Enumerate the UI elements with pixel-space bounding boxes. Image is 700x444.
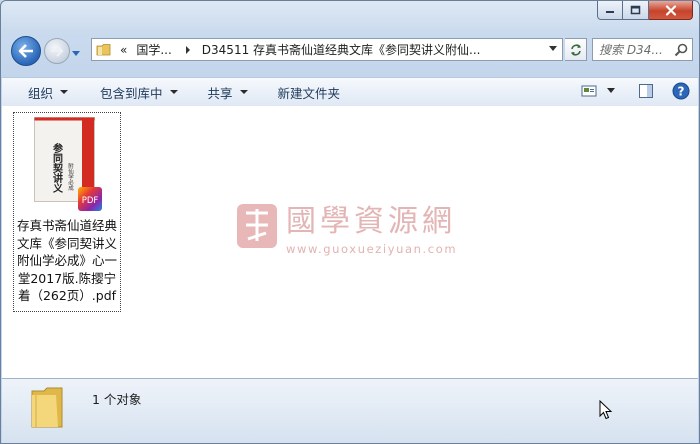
breadcrumb-separator-icon[interactable] — [183, 45, 193, 55]
new-folder-button[interactable]: 新建文件夹 — [278, 83, 341, 102]
search-input[interactable]: 搜索 D34... — [599, 41, 674, 58]
minimize-button[interactable] — [597, 1, 623, 20]
organize-label: 组织 — [28, 85, 54, 101]
caption-buttons — [597, 1, 693, 21]
watermark-chinese: 國學資源網 — [286, 204, 456, 239]
command-bar: 组织 包含到库中 共享 新建文件夹 ? — [2, 77, 698, 107]
chevron-down-icon — [239, 90, 248, 94]
close-button[interactable] — [649, 1, 693, 20]
organize-menu[interactable]: 组织 — [28, 83, 69, 102]
maximize-button[interactable] — [623, 1, 649, 20]
watermark: 國學資源網 www.guoxueziyuan.com — [236, 196, 457, 256]
mouse-cursor-icon — [599, 400, 613, 420]
address-dropdown-icon[interactable] — [549, 46, 558, 52]
search-icon[interactable] — [674, 43, 688, 57]
pdf-thumbnail: 参同契讲义 附仙学必成 PDF — [34, 117, 102, 211]
new-folder-label: 新建文件夹 — [277, 85, 341, 101]
change-view-icon[interactable] — [581, 84, 597, 98]
breadcrumb-overflow[interactable]: « — [120, 43, 127, 57]
search-box[interactable]: 搜索 D34... — [592, 38, 693, 61]
breadcrumb-parent[interactable]: 国学... — [136, 41, 171, 58]
chevron-down-icon — [60, 90, 69, 94]
forward-arrow-icon — [51, 45, 64, 57]
navigation-bar: « 国学... D34511 存真书斋仙道经典文库《参同契讲义附仙... 搜索 … — [9, 35, 693, 66]
back-arrow-icon — [18, 44, 33, 58]
breadcrumb-current[interactable]: D34511 存真书斋仙道经典文库《参同契讲义附仙... — [202, 41, 481, 58]
help-icon[interactable]: ? — [672, 82, 690, 100]
forward-button[interactable] — [44, 38, 70, 64]
watermark-url: www.guoxueziyuan.com — [286, 242, 458, 256]
view-controls: ? — [581, 82, 690, 100]
chevron-down-icon — [72, 51, 80, 56]
cover-title: 参同契讲义 — [51, 142, 63, 193]
folder-icon — [96, 43, 111, 55]
close-icon — [665, 4, 676, 16]
view-options-dropdown-icon[interactable] — [606, 88, 616, 94]
pdf-badge-label: PDF — [82, 196, 99, 206]
file-name[interactable]: 存真书斋仙道经典文库《参同契讲义附仙学必成》心一堂2017版.陈撄宁着（262页… — [14, 217, 120, 305]
refresh-button[interactable] — [565, 38, 587, 61]
maximize-icon — [630, 5, 641, 15]
share-menu[interactable]: 共享 — [208, 83, 248, 102]
explorer-window: « 国学... D34511 存真书斋仙道经典文库《参同契讲义附仙... 搜索 … — [0, 0, 700, 444]
svg-text:?: ? — [678, 85, 685, 99]
details-pane: 1 个对象 — [2, 378, 698, 443]
file-list[interactable]: 参同契讲义 附仙学必成 PDF 存真书斋仙道经典文库《参同契讲义附仙学必成》心一… — [2, 106, 698, 378]
back-button[interactable] — [11, 36, 41, 66]
item-count: 1 个对象 — [92, 392, 142, 407]
refresh-icon — [570, 43, 581, 56]
file-item[interactable]: 参同契讲义 附仙学必成 PDF 存真书斋仙道经典文库《参同契讲义附仙学必成》心一… — [13, 112, 121, 312]
preview-pane-icon[interactable] — [638, 83, 654, 99]
chevron-down-icon — [169, 90, 178, 94]
include-in-library-menu[interactable]: 包含到库中 — [100, 83, 178, 102]
share-label: 共享 — [207, 85, 233, 101]
include-library-label: 包含到库中 — [100, 85, 163, 101]
address-bar[interactable]: « 国学... D34511 存真书斋仙道经典文库《参同契讲义附仙... — [91, 38, 563, 61]
recent-pages-dropdown[interactable] — [71, 46, 81, 60]
folder-large-icon — [31, 387, 63, 428]
cover-subtitle: 附仙学必成 — [67, 162, 74, 192]
watermark-logo-icon — [237, 204, 277, 248]
minimize-icon — [606, 11, 614, 13]
